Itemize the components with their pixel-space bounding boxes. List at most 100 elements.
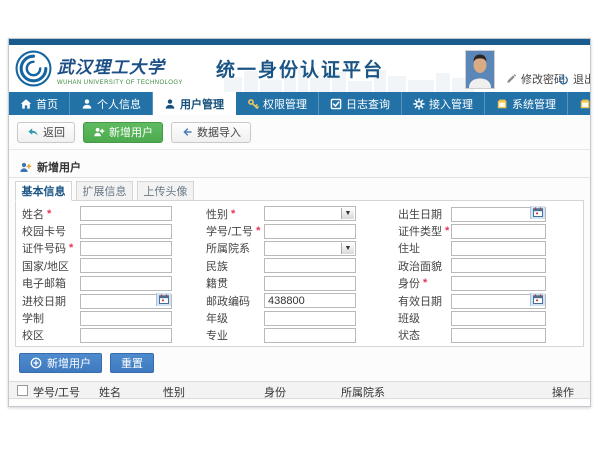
- tab-basic-info[interactable]: 基本信息: [15, 181, 72, 201]
- calendar-icon[interactable]: [530, 206, 545, 219]
- country-region-input[interactable]: [80, 258, 172, 273]
- id-number-input[interactable]: [80, 241, 172, 256]
- campus-card-input[interactable]: [80, 224, 172, 239]
- field-label: 有效日期: [398, 293, 442, 309]
- form-row: 有效日期: [398, 292, 546, 309]
- ethnicity-input[interactable]: [264, 258, 356, 273]
- form-row: 政治面貌: [398, 257, 546, 274]
- field-label: 邮政编码: [206, 293, 250, 309]
- form-row: 班级: [398, 309, 546, 326]
- nav-item-user-management[interactable]: 用户管理: [153, 92, 236, 115]
- section-header: 新增用户: [19, 159, 81, 175]
- field-label: 籍贯: [206, 275, 228, 291]
- chevron-down-icon: ▼: [341, 208, 354, 219]
- select-all-checkbox[interactable]: [17, 385, 28, 396]
- campus-input[interactable]: [80, 328, 172, 343]
- back-label: 返回: [43, 124, 65, 140]
- student-id-input[interactable]: [264, 224, 356, 239]
- power-icon: [558, 74, 569, 85]
- submit-add-user-button[interactable]: 新增用户: [19, 353, 102, 373]
- form-tabs: 基本信息 扩展信息 上传头像: [15, 181, 194, 201]
- field-label: 进校日期: [22, 293, 66, 309]
- name-input[interactable]: [80, 206, 172, 221]
- required-marker: *: [231, 208, 235, 220]
- tab-label: 上传头像: [144, 183, 188, 199]
- field-label: 年级: [206, 310, 228, 326]
- toolbar: 返回 新增用户 数据导入: [17, 121, 251, 143]
- identity-input[interactable]: [451, 276, 546, 291]
- logout-link[interactable]: 退出: [558, 71, 590, 87]
- department-select[interactable]: ▼: [264, 241, 356, 256]
- status-input[interactable]: [451, 328, 546, 343]
- tab-extended-info[interactable]: 扩展信息: [76, 181, 133, 201]
- field-label: 性别: [206, 206, 228, 222]
- person-icon: [81, 98, 93, 110]
- id-type-input[interactable]: [451, 224, 546, 239]
- nav-item-home[interactable]: 首页: [9, 92, 70, 115]
- native-place-input[interactable]: [264, 276, 356, 291]
- user-icon: [164, 98, 176, 110]
- nav-item-log-query[interactable]: 日志查询: [319, 92, 402, 115]
- form-row: 学制: [22, 309, 172, 326]
- divider: [9, 149, 590, 150]
- field-label: 校园卡号: [22, 223, 66, 239]
- form-row: 年级: [206, 309, 356, 326]
- nav-item-subscription-management[interactable]: 订阅管理: [568, 92, 600, 115]
- nav-item-personal-info[interactable]: 个人信息: [70, 92, 153, 115]
- nav-item-access-management[interactable]: 接入管理: [402, 92, 485, 115]
- field-label: 学制: [22, 310, 44, 326]
- field-label: 所属院系: [206, 240, 250, 256]
- tab-upload-avatar[interactable]: 上传头像: [137, 181, 194, 201]
- nav-label: 个人信息: [97, 96, 141, 112]
- schooling-length-input[interactable]: [80, 311, 172, 326]
- pages-icon: [579, 98, 591, 110]
- major-input[interactable]: [264, 328, 356, 343]
- nav-label: 日志查询: [346, 96, 390, 112]
- nav-item-system-management[interactable]: 系统管理: [485, 92, 568, 115]
- main-nav: 首页 个人信息 用户管理 权限管理 日志查询 接入管理: [9, 92, 590, 115]
- calendar-icon[interactable]: [156, 293, 171, 306]
- address-input[interactable]: [451, 241, 546, 256]
- table-empty-row: [9, 400, 590, 406]
- grade-input[interactable]: [264, 311, 356, 326]
- field-label: 政治面貌: [398, 258, 442, 274]
- form-row: 证件类型*: [398, 222, 546, 239]
- email-input[interactable]: [80, 276, 172, 291]
- data-import-button[interactable]: 数据导入: [171, 122, 251, 143]
- form-row: 状态: [398, 327, 546, 344]
- nav-label: 系统管理: [512, 96, 556, 112]
- add-user-button[interactable]: 新增用户: [83, 122, 163, 143]
- column-header-student-id: 学号/工号: [33, 384, 80, 400]
- divider: [9, 177, 590, 178]
- gender-select[interactable]: ▼: [264, 206, 356, 221]
- postal-code-input[interactable]: [264, 293, 356, 308]
- required-marker: *: [69, 242, 73, 254]
- field-label: 证件号码: [22, 240, 66, 256]
- field-label: 民族: [206, 258, 228, 274]
- user-avatar[interactable]: [465, 50, 495, 89]
- form-row: 出生日期: [398, 205, 546, 222]
- field-label: 身份: [398, 275, 420, 291]
- gear-icon: [413, 98, 425, 110]
- content-area: 返回 新增用户 数据导入 新增用户 基本信息 扩展信息: [9, 115, 590, 406]
- add-user-label: 新增用户: [109, 124, 153, 140]
- log-check-icon: [330, 98, 342, 110]
- field-label: 国家/地区: [22, 258, 69, 274]
- home-icon: [20, 98, 32, 110]
- logout-label: 退出: [573, 71, 590, 87]
- required-marker: *: [256, 225, 260, 237]
- class-input[interactable]: [451, 311, 546, 326]
- required-marker: *: [47, 208, 51, 220]
- field-label: 电子邮箱: [22, 275, 66, 291]
- political-status-input[interactable]: [451, 258, 546, 273]
- nav-label: 首页: [36, 96, 58, 112]
- nav-item-permission-management[interactable]: 权限管理: [236, 92, 319, 115]
- reset-label: 重置: [121, 355, 143, 371]
- form-row: 身份*: [398, 275, 546, 292]
- calendar-icon[interactable]: [530, 293, 545, 306]
- back-button[interactable]: 返回: [17, 122, 75, 143]
- circle-plus-icon: [30, 357, 42, 369]
- change-password-link[interactable]: 修改密码: [506, 71, 565, 87]
- reset-button[interactable]: 重置: [110, 353, 154, 373]
- column-header-identity: 身份: [264, 384, 286, 400]
